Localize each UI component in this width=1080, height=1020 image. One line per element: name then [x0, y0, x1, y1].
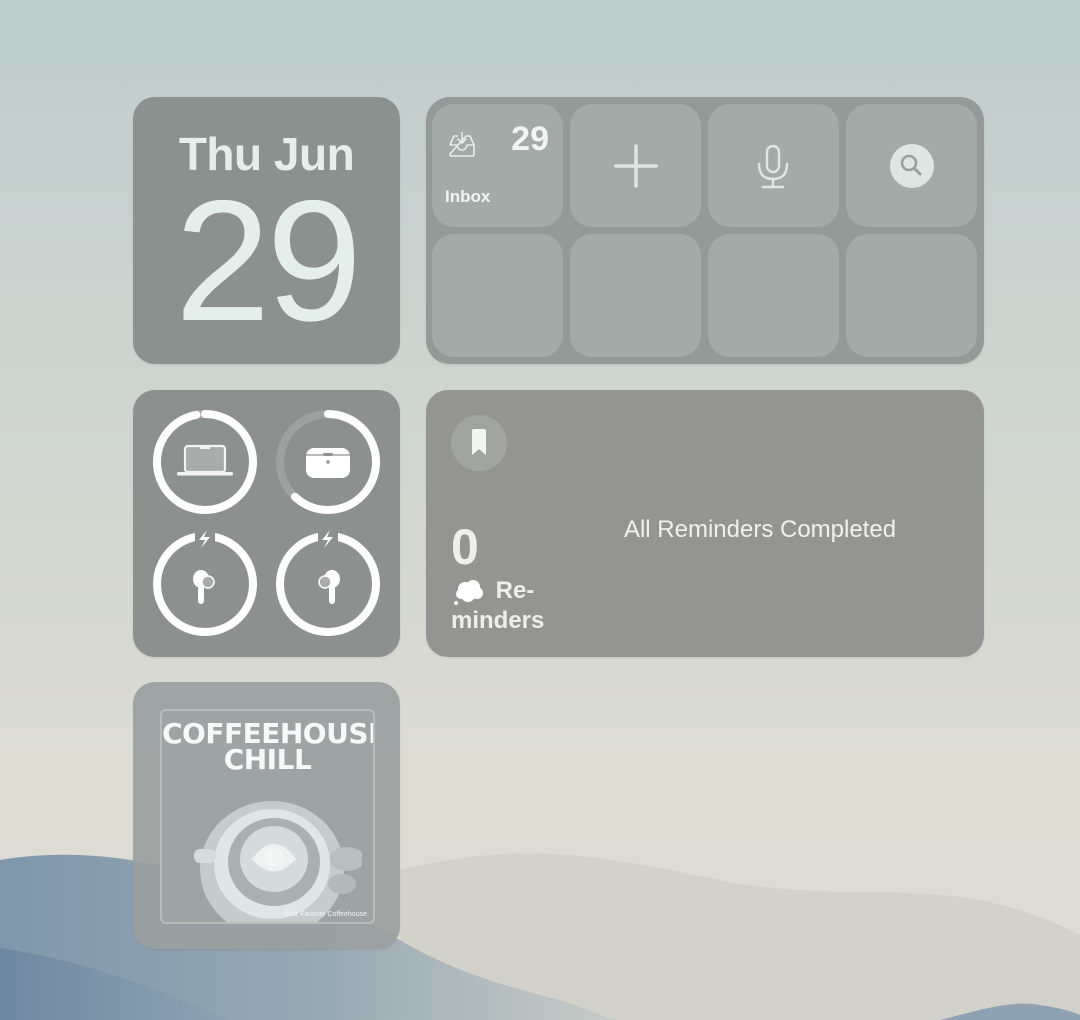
dictate-tile[interactable] [708, 104, 839, 227]
inbox-count: 29 [511, 120, 549, 158]
new-item-tile[interactable] [570, 104, 701, 227]
reminders-list-name: Re- minders [451, 576, 571, 636]
airpods-case-icon [306, 448, 350, 478]
reminders-list-name-line2: minders [451, 607, 545, 634]
battery-ring-airpods-case [276, 410, 380, 514]
album-subtitle: Your Favorite Coffeehouse [284, 911, 367, 918]
empty-shortcut-tile[interactable] [708, 234, 839, 357]
batteries-widget[interactable] [133, 390, 400, 657]
battery-ring-airpod-right [276, 530, 380, 636]
battery-ring-airpod-left [153, 530, 257, 636]
music-widget[interactable]: COFFEEHOUSE CHILL Your Favorite Coffeeho… [133, 682, 400, 949]
plus-icon [614, 144, 658, 188]
inbox-label: Inbox [445, 187, 491, 206]
microphone-icon [757, 144, 789, 189]
empty-shortcut-tile[interactable] [846, 234, 977, 357]
battery-ring-macbook [153, 410, 257, 514]
calendar-day-number: 29 [174, 165, 362, 357]
empty-shortcut-tile[interactable] [432, 234, 563, 357]
reminders-list-name-line1: Re- [495, 577, 535, 604]
reminders-status: All Reminders Completed [623, 516, 897, 543]
airpod-right-icon [318, 570, 340, 604]
magnifying-glass-icon [890, 144, 934, 188]
laptop-icon [177, 444, 233, 476]
empty-shortcut-tile[interactable] [570, 234, 701, 357]
bookmark-icon [472, 429, 486, 455]
shortcuts-widget: 29 Inbox [426, 97, 984, 364]
reminders-count: 0 [451, 519, 479, 575]
inbox-tray-icon [449, 132, 475, 157]
airpod-left-icon [193, 570, 215, 604]
reminders-widget[interactable]: 0 Re- minders All Reminders Completed [426, 390, 984, 657]
inbox-tile[interactable]: 29 Inbox [432, 104, 563, 227]
reminders-list-badge [451, 415, 507, 471]
album-title: COFFEEHOUSE CHILL [162, 717, 375, 776]
search-tile[interactable] [846, 104, 977, 227]
calendar-widget[interactable]: Thu Jun 29 [133, 97, 400, 364]
thought-cloud-icon [451, 578, 489, 606]
album-artwork[interactable]: COFFEEHOUSE CHILL Your Favorite Coffeeho… [160, 709, 375, 924]
coffee-cup-image [194, 801, 362, 922]
